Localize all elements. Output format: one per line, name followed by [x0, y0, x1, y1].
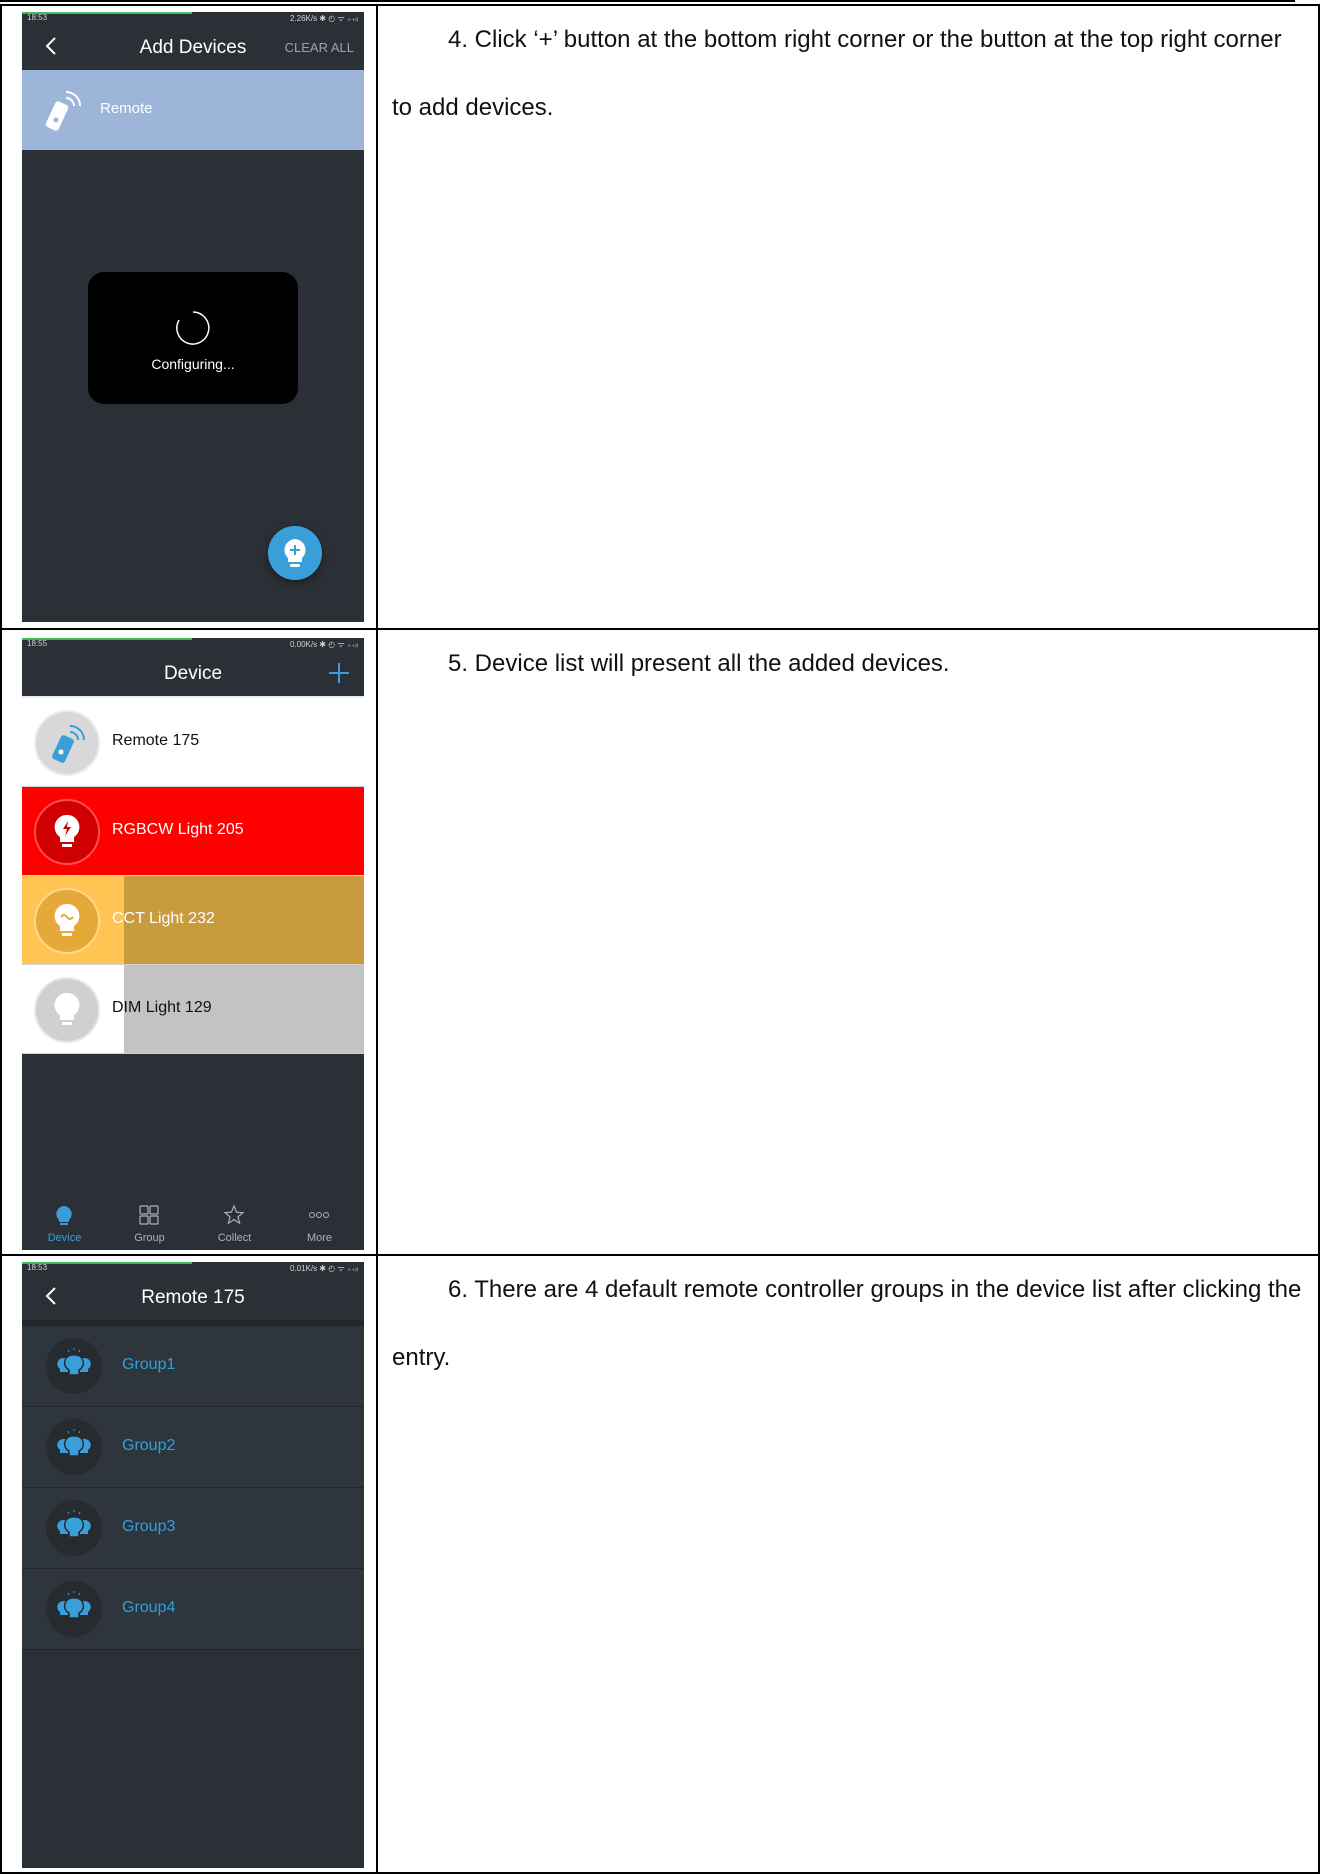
tab-device[interactable]: Device	[22, 1198, 107, 1250]
description-cell: 4. Click ‘+’ button at the bottom right …	[376, 4, 1320, 630]
bottom-tab-bar: Device Group Collect More	[22, 1198, 364, 1250]
device-label: RGBCW Light 205	[112, 821, 244, 838]
list-item-remote[interactable]: Remote	[22, 70, 364, 150]
spinner-icon	[176, 311, 210, 345]
remote-icon	[34, 710, 100, 776]
device-label: CCT Light 232	[112, 910, 215, 927]
app-bar: Remote 175	[22, 1274, 364, 1326]
device-row-dim[interactable]: DIM Light 129	[22, 965, 364, 1054]
remote-control-icon	[45, 91, 81, 131]
status-bar: 18:53 0.01K/s ✱ ◴ ᯤ ₊₊ᵢₗ	[22, 1262, 364, 1274]
step-row-4: 18:53 2.26K/s ✱ ◴ ᯤ ₊₊ᵢₗ Add Devices CLE…	[0, 4, 1320, 630]
more-dots-icon	[309, 1212, 329, 1218]
status-time: 18:53	[27, 1263, 48, 1272]
configuring-dialog: Configuring...	[88, 272, 298, 404]
status-bar: 18:53 2.26K/s ✱ ◴ ᯤ ₊₊ᵢₗ	[22, 12, 364, 24]
bulb-icon	[34, 977, 100, 1043]
device-label: DIM Light 129	[112, 999, 212, 1016]
step-row-6: 18:53 0.01K/s ✱ ◴ ᯤ ₊₊ᵢₗ Remote 175 Grou…	[0, 1254, 1320, 1874]
status-bar: 18:55 0.00K/s ✱ ◴ ᯤ ₊₊ᵢₗ	[22, 638, 364, 650]
group-label: Group4	[122, 1599, 176, 1616]
bulb-wave-icon	[34, 888, 100, 954]
device-row-cct[interactable]: CCT Light 232	[22, 876, 364, 965]
device-list: Remote 175 RGBCW Light 205 CCT Light 232…	[22, 698, 364, 1054]
page-title: Remote 175	[141, 1287, 245, 1308]
list-item-label: Remote	[100, 100, 153, 117]
bulbs-group-icon	[46, 1338, 102, 1394]
tab-collect[interactable]: Collect	[192, 1198, 277, 1250]
group-row[interactable]: Group1	[22, 1326, 364, 1407]
grid-icon	[139, 1205, 159, 1225]
group-row[interactable]: Group4	[22, 1569, 364, 1650]
star-icon	[223, 1204, 245, 1225]
bulb-flash-icon	[34, 799, 100, 865]
status-time: 18:53	[27, 13, 48, 22]
dialog-message: Configuring...	[151, 356, 235, 372]
bulb-plus-icon	[284, 539, 306, 567]
bulbs-group-icon	[46, 1419, 102, 1475]
description-cell: 6. There are 4 default remote controller…	[376, 1254, 1320, 1874]
app-bar: Device	[22, 650, 364, 698]
progress-bar	[22, 12, 192, 14]
device-label: Remote 175	[112, 732, 200, 749]
progress-bar	[22, 638, 192, 640]
status-indicators: 0.00K/s ✱ ◴ ᯤ ₊₊ᵢₗ	[289, 640, 358, 649]
add-device-fab[interactable]	[268, 526, 322, 580]
device-row-rgbcw[interactable]: RGBCW Light 205	[22, 787, 364, 876]
step-text: 5. Device list will present all the adde…	[448, 650, 950, 677]
screenshot-cell: 18:53 0.01K/s ✱ ◴ ᯤ ₊₊ᵢₗ Remote 175 Grou…	[0, 1254, 378, 1874]
status-time: 18:55	[27, 639, 48, 648]
group-label: Group1	[122, 1356, 176, 1373]
group-label: Group3	[122, 1518, 176, 1535]
tab-group[interactable]: Group	[107, 1198, 192, 1250]
group-label: Group2	[122, 1437, 176, 1454]
tab-more[interactable]: More	[277, 1198, 362, 1250]
app-bar: Add Devices CLEAR ALL	[22, 24, 364, 70]
step-text: 4. Click ‘+’ button at the bottom right …	[392, 26, 1282, 121]
screenshot-cell: 18:53 2.26K/s ✱ ◴ ᯤ ₊₊ᵢₗ Add Devices CLE…	[0, 4, 378, 630]
plus-icon[interactable]	[326, 660, 352, 686]
top-rule	[0, 0, 1295, 2]
step-text: 6. There are 4 default remote controller…	[392, 1276, 1302, 1371]
group-row[interactable]: Group2	[22, 1407, 364, 1488]
status-indicators: 0.01K/s ✱ ◴ ᯤ ₊₊ᵢₗ	[289, 1264, 358, 1273]
bulbs-group-icon	[46, 1581, 102, 1637]
progress-bar	[22, 1262, 192, 1264]
description-cell: 5. Device list will present all the adde…	[376, 628, 1320, 1256]
instruction-table: 18:53 2.26K/s ✱ ◴ ᯤ ₊₊ᵢₗ Add Devices CLE…	[0, 4, 1320, 1874]
phone-add-devices: 18:53 2.26K/s ✱ ◴ ᯤ ₊₊ᵢₗ Add Devices CLE…	[22, 12, 364, 622]
status-indicators: 2.26K/s ✱ ◴ ᯤ ₊₊ᵢₗ	[289, 14, 358, 23]
screenshot-cell: 18:55 0.00K/s ✱ ◴ ᯤ ₊₊ᵢₗ Device Remote 1…	[0, 628, 378, 1256]
phone-device-list: 18:55 0.00K/s ✱ ◴ ᯤ ₊₊ᵢₗ Device Remote 1…	[22, 638, 364, 1250]
clear-all-button[interactable]: CLEAR ALL	[285, 40, 354, 55]
device-row-remote[interactable]: Remote 175	[22, 698, 364, 787]
bulb-tab-icon	[56, 1206, 72, 1225]
step-row-5: 18:55 0.00K/s ✱ ◴ ᯤ ₊₊ᵢₗ Device Remote 1…	[0, 628, 1320, 1256]
bulbs-group-icon	[46, 1500, 102, 1556]
group-row[interactable]: Group3	[22, 1488, 364, 1569]
phone-remote-groups: 18:53 0.01K/s ✱ ◴ ᯤ ₊₊ᵢₗ Remote 175 Grou…	[22, 1262, 364, 1868]
page-title: Device	[163, 663, 223, 684]
